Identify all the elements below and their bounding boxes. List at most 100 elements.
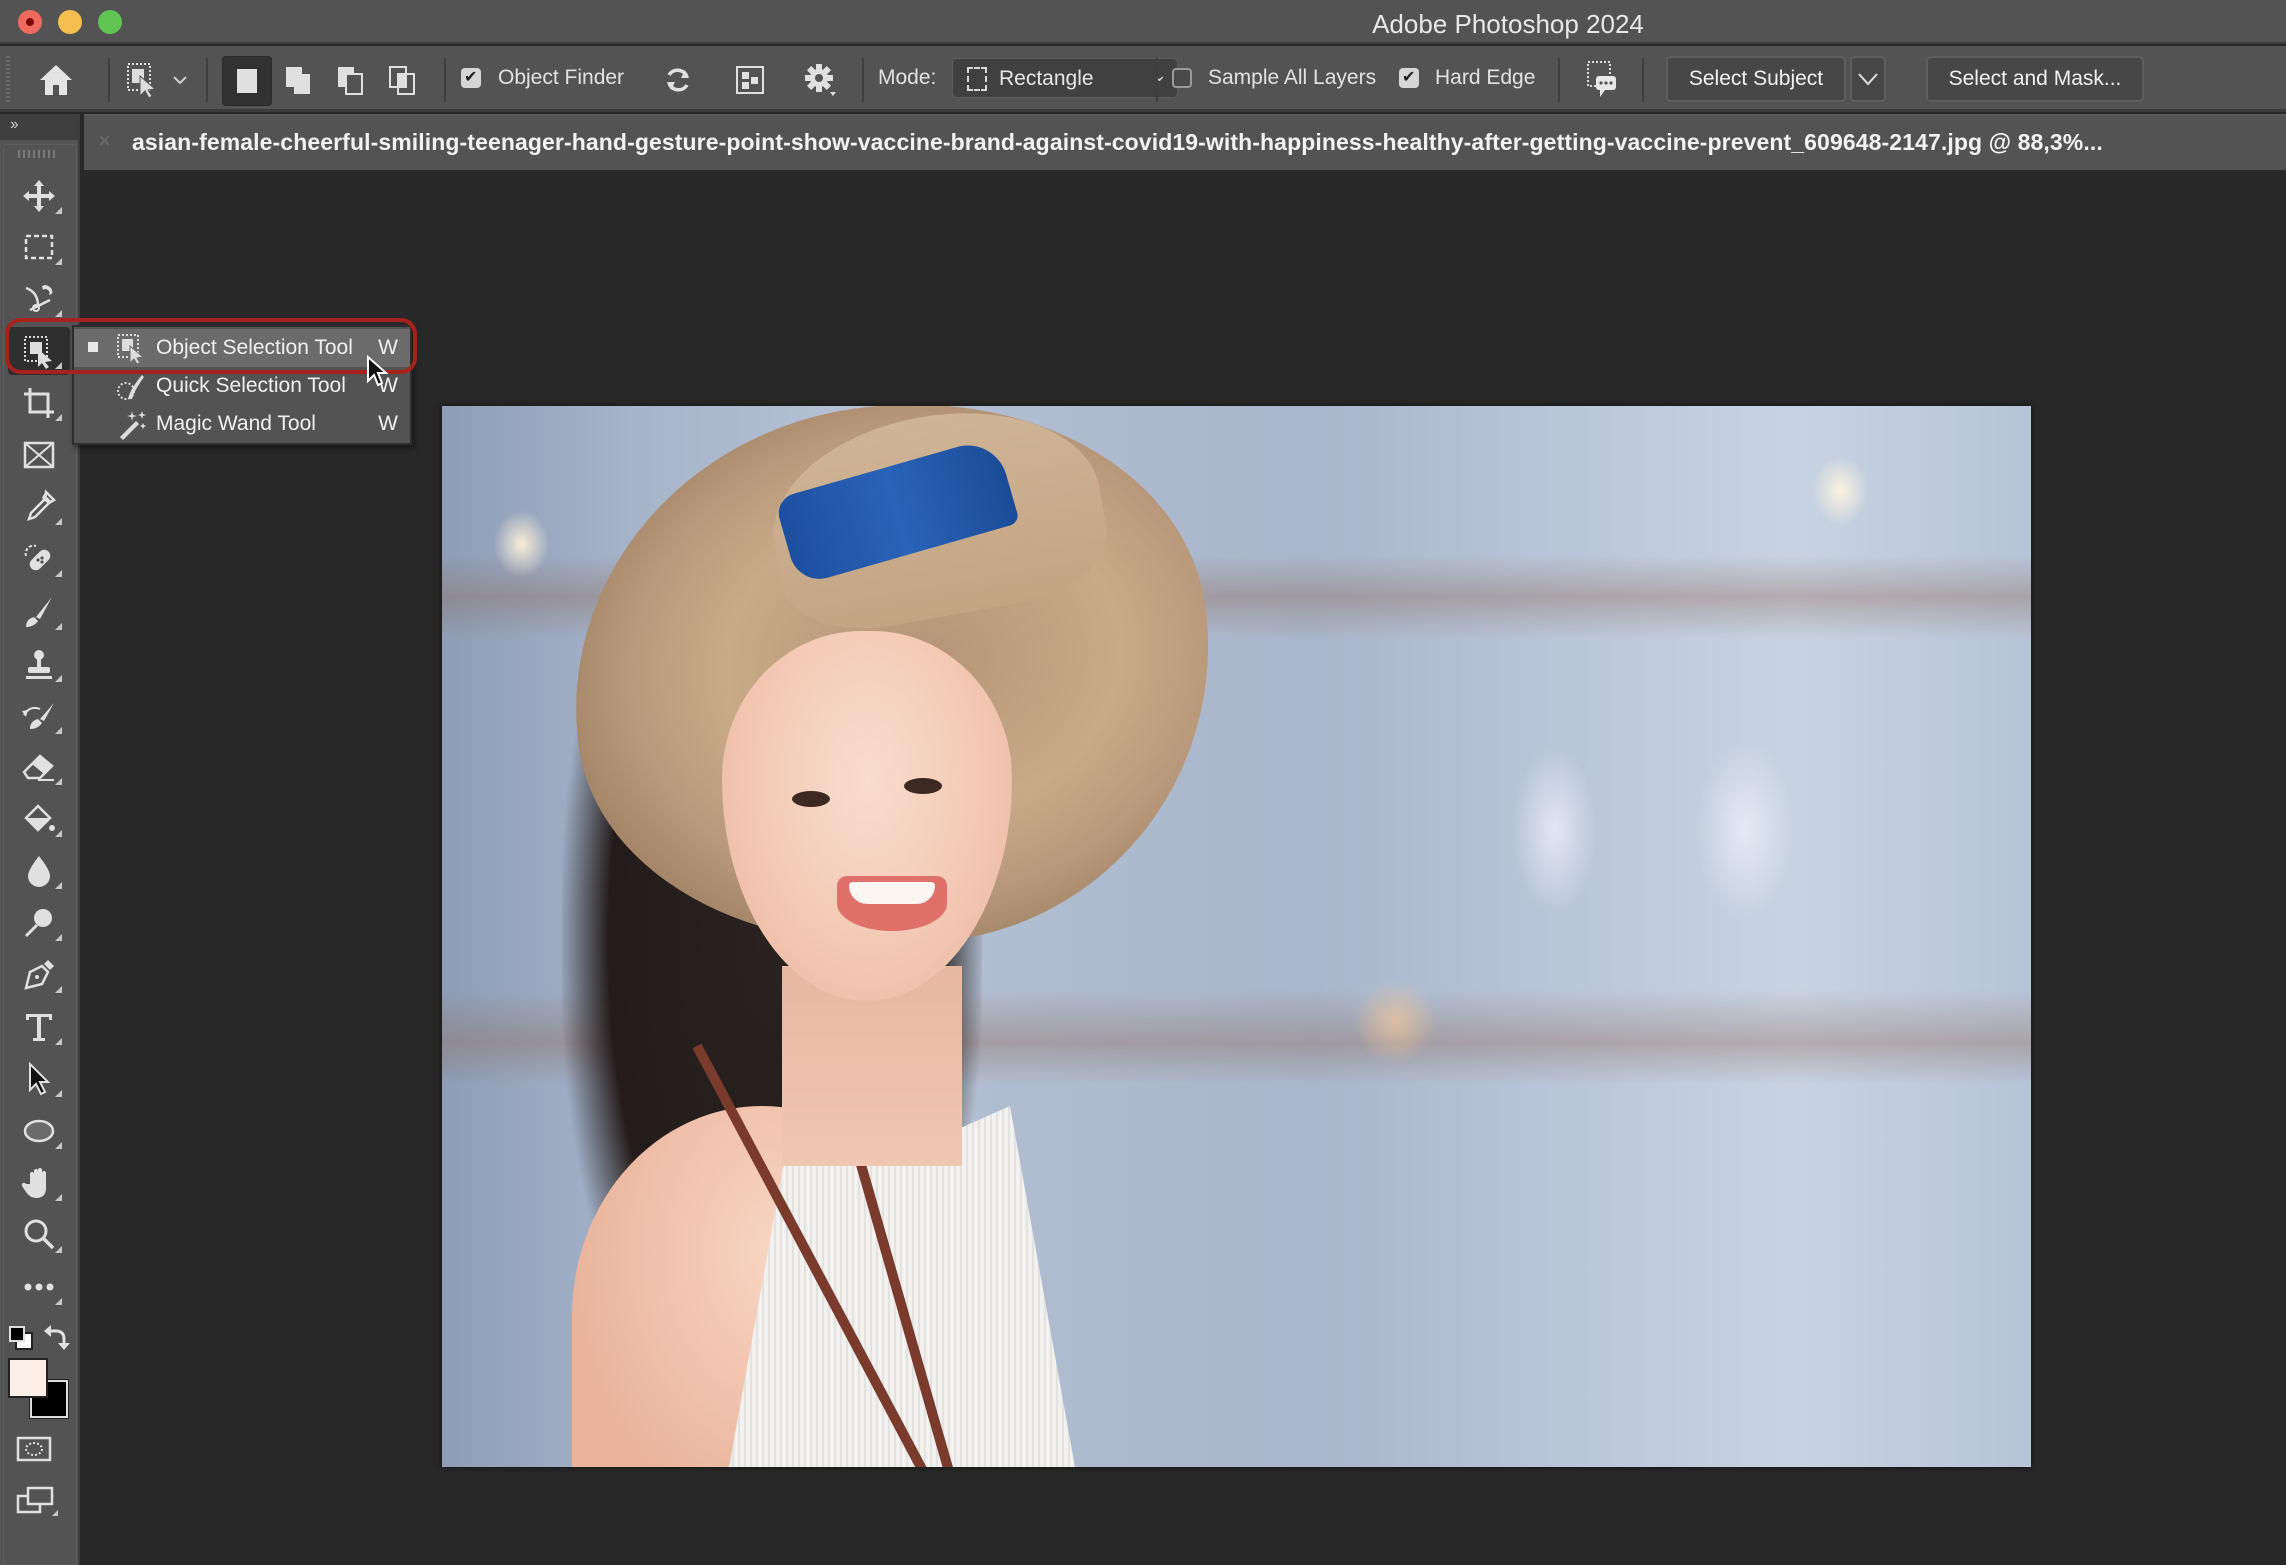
tool-ellipse-tool[interactable] (8, 1107, 70, 1155)
collapse-panel-button[interactable]: ›› (0, 114, 78, 140)
chevron-down-icon: ⌄ (1151, 65, 1167, 85)
feedback-button[interactable] (1582, 58, 1622, 102)
tool-edit-toolbar[interactable] (8, 1263, 70, 1311)
tool-move-tool[interactable] (8, 172, 70, 220)
flyout-item-label: Magic Wand Tool (156, 412, 316, 435)
tool-history-brush-tool[interactable] (8, 692, 70, 740)
mode-select[interactable]: Rectangle ⌄ (952, 58, 1178, 98)
separator (108, 58, 110, 102)
tool-group-indicator-icon (55, 882, 62, 889)
tool-group-indicator-icon (55, 623, 62, 630)
tool-frame-tool[interactable] (8, 431, 70, 479)
tool-brush-tool[interactable] (8, 588, 70, 636)
tool-dodge-tool[interactable] (8, 899, 70, 947)
add-to-selection-button[interactable] (276, 58, 322, 104)
tool-group-indicator-icon (55, 362, 62, 369)
tool-preset-picker[interactable] (122, 58, 166, 102)
zoom-icon (24, 1219, 55, 1250)
canvas-area[interactable] (84, 170, 2286, 1565)
swap-arrow-icon (44, 1325, 70, 1350)
tool-group-indicator-icon (55, 1246, 62, 1253)
feedback-icon (1587, 61, 1616, 97)
stamp-icon (26, 650, 52, 679)
tool-group-indicator-icon (55, 1142, 62, 1149)
home-button[interactable] (34, 60, 78, 100)
tool-rectangular-marquee-tool[interactable] (8, 223, 70, 271)
title-bar: Adobe Photoshop 2024 (0, 0, 2286, 44)
select-subject-button[interactable]: Select Subject (1666, 56, 1846, 102)
separator (206, 58, 208, 102)
select-subject-dropdown[interactable] (1850, 56, 1886, 102)
type-icon (26, 1014, 52, 1041)
selected-bullet-icon (88, 342, 98, 352)
quick-mask-button[interactable] (14, 1434, 62, 1470)
drop-icon (28, 856, 50, 887)
object-finder-checkbox[interactable] (461, 67, 481, 88)
swap-colors-button[interactable] (42, 1322, 72, 1352)
document-title: asian-female-cheerful-smiling-teenager-h… (132, 129, 2103, 155)
photo-teeth (849, 882, 935, 904)
options-bar: Object Finder Mode: Rectangle ⌄ Sample A… (0, 46, 2286, 112)
hard-edge-checkbox[interactable] (1399, 67, 1419, 88)
add-to-selection-icon (286, 67, 310, 94)
tool-eraser-tool[interactable] (8, 743, 70, 791)
flyout-item-object-selection[interactable]: Object Selection Tool W (74, 329, 410, 367)
tool-group-indicator-icon (55, 414, 62, 421)
show-all-objects-button[interactable] (732, 62, 768, 98)
tool-hand-tool[interactable] (8, 1159, 70, 1207)
magic-wand-icon (120, 411, 146, 440)
options-bar-grip[interactable] (6, 56, 10, 102)
tool-group-indicator-icon (55, 1090, 62, 1097)
tool-lasso-tool[interactable] (8, 275, 70, 323)
document-tab[interactable]: × asian-female-cheerful-smiling-teenager… (84, 116, 2286, 170)
foreground-color-swatch[interactable] (8, 1358, 48, 1398)
screen-mode-icon (16, 1486, 58, 1516)
close-document-button[interactable]: × (98, 128, 111, 154)
intersect-selection-button[interactable] (380, 58, 426, 104)
refresh-object-finder-button[interactable] (660, 62, 696, 98)
tool-group-indicator-icon (55, 986, 62, 993)
tool-clone-stamp-tool[interactable] (8, 640, 70, 688)
tool-pen-tool[interactable] (8, 951, 70, 999)
sample-all-layers-checkbox[interactable] (1172, 68, 1192, 88)
subtract-from-selection-button[interactable] (328, 58, 374, 104)
rectangle-mode-icon (967, 67, 987, 91)
tool-spot-healing-tool[interactable] (8, 535, 70, 583)
tool-paint-bucket-tool[interactable] (8, 795, 70, 843)
tool-blur-tool[interactable] (8, 847, 70, 895)
app-title: Adobe Photoshop 2024 (1372, 9, 1644, 39)
hand-icon (21, 1168, 46, 1198)
panel-drag-handle[interactable] (18, 150, 58, 158)
default-colors-button[interactable] (8, 1325, 34, 1351)
flyout-item-label: Quick Selection Tool (156, 374, 346, 397)
tool-group-indicator-icon (55, 570, 62, 577)
flyout-item-magic-wand[interactable]: Magic Wand Tool W (74, 405, 410, 443)
tool-group-indicator-icon (55, 830, 62, 837)
tool-zoom-tool[interactable] (8, 1211, 70, 1259)
object-finder-settings-button[interactable] (800, 60, 840, 100)
tool-type-tool[interactable] (8, 1003, 70, 1051)
document-tab-bar: × asian-female-cheerful-smiling-teenager… (84, 114, 2286, 170)
tool-group-indicator-icon (55, 1298, 62, 1305)
tool-eyedropper-tool[interactable] (8, 483, 70, 531)
object-selection-icon (24, 336, 52, 369)
separator (1156, 58, 1158, 102)
marquee-icon (24, 234, 54, 260)
screen-mode-button[interactable] (14, 1484, 66, 1524)
history-brush-icon (22, 703, 54, 729)
show-all-objects-icon (736, 66, 764, 94)
photo-eye (904, 778, 942, 794)
photo-eye (792, 791, 830, 807)
select-and-mask-button[interactable]: Select and Mask... (1926, 56, 2144, 102)
tool-crop-tool[interactable] (8, 379, 70, 427)
separator (1558, 58, 1560, 102)
new-selection-button[interactable] (222, 56, 272, 106)
subtract-from-selection-icon (338, 67, 363, 95)
tool-preset-dropdown[interactable] (168, 68, 192, 92)
tool-group-indicator-icon (55, 675, 62, 682)
flyout-item-quick-selection[interactable]: Quick Selection Tool W (74, 367, 410, 405)
tool-path-selection-tool[interactable] (8, 1055, 70, 1103)
document-image[interactable] (442, 406, 2031, 1467)
selection-tools-flyout: Object Selection Tool W Quick Selection … (72, 325, 412, 445)
tool-object-selection-tool[interactable] (8, 327, 70, 375)
